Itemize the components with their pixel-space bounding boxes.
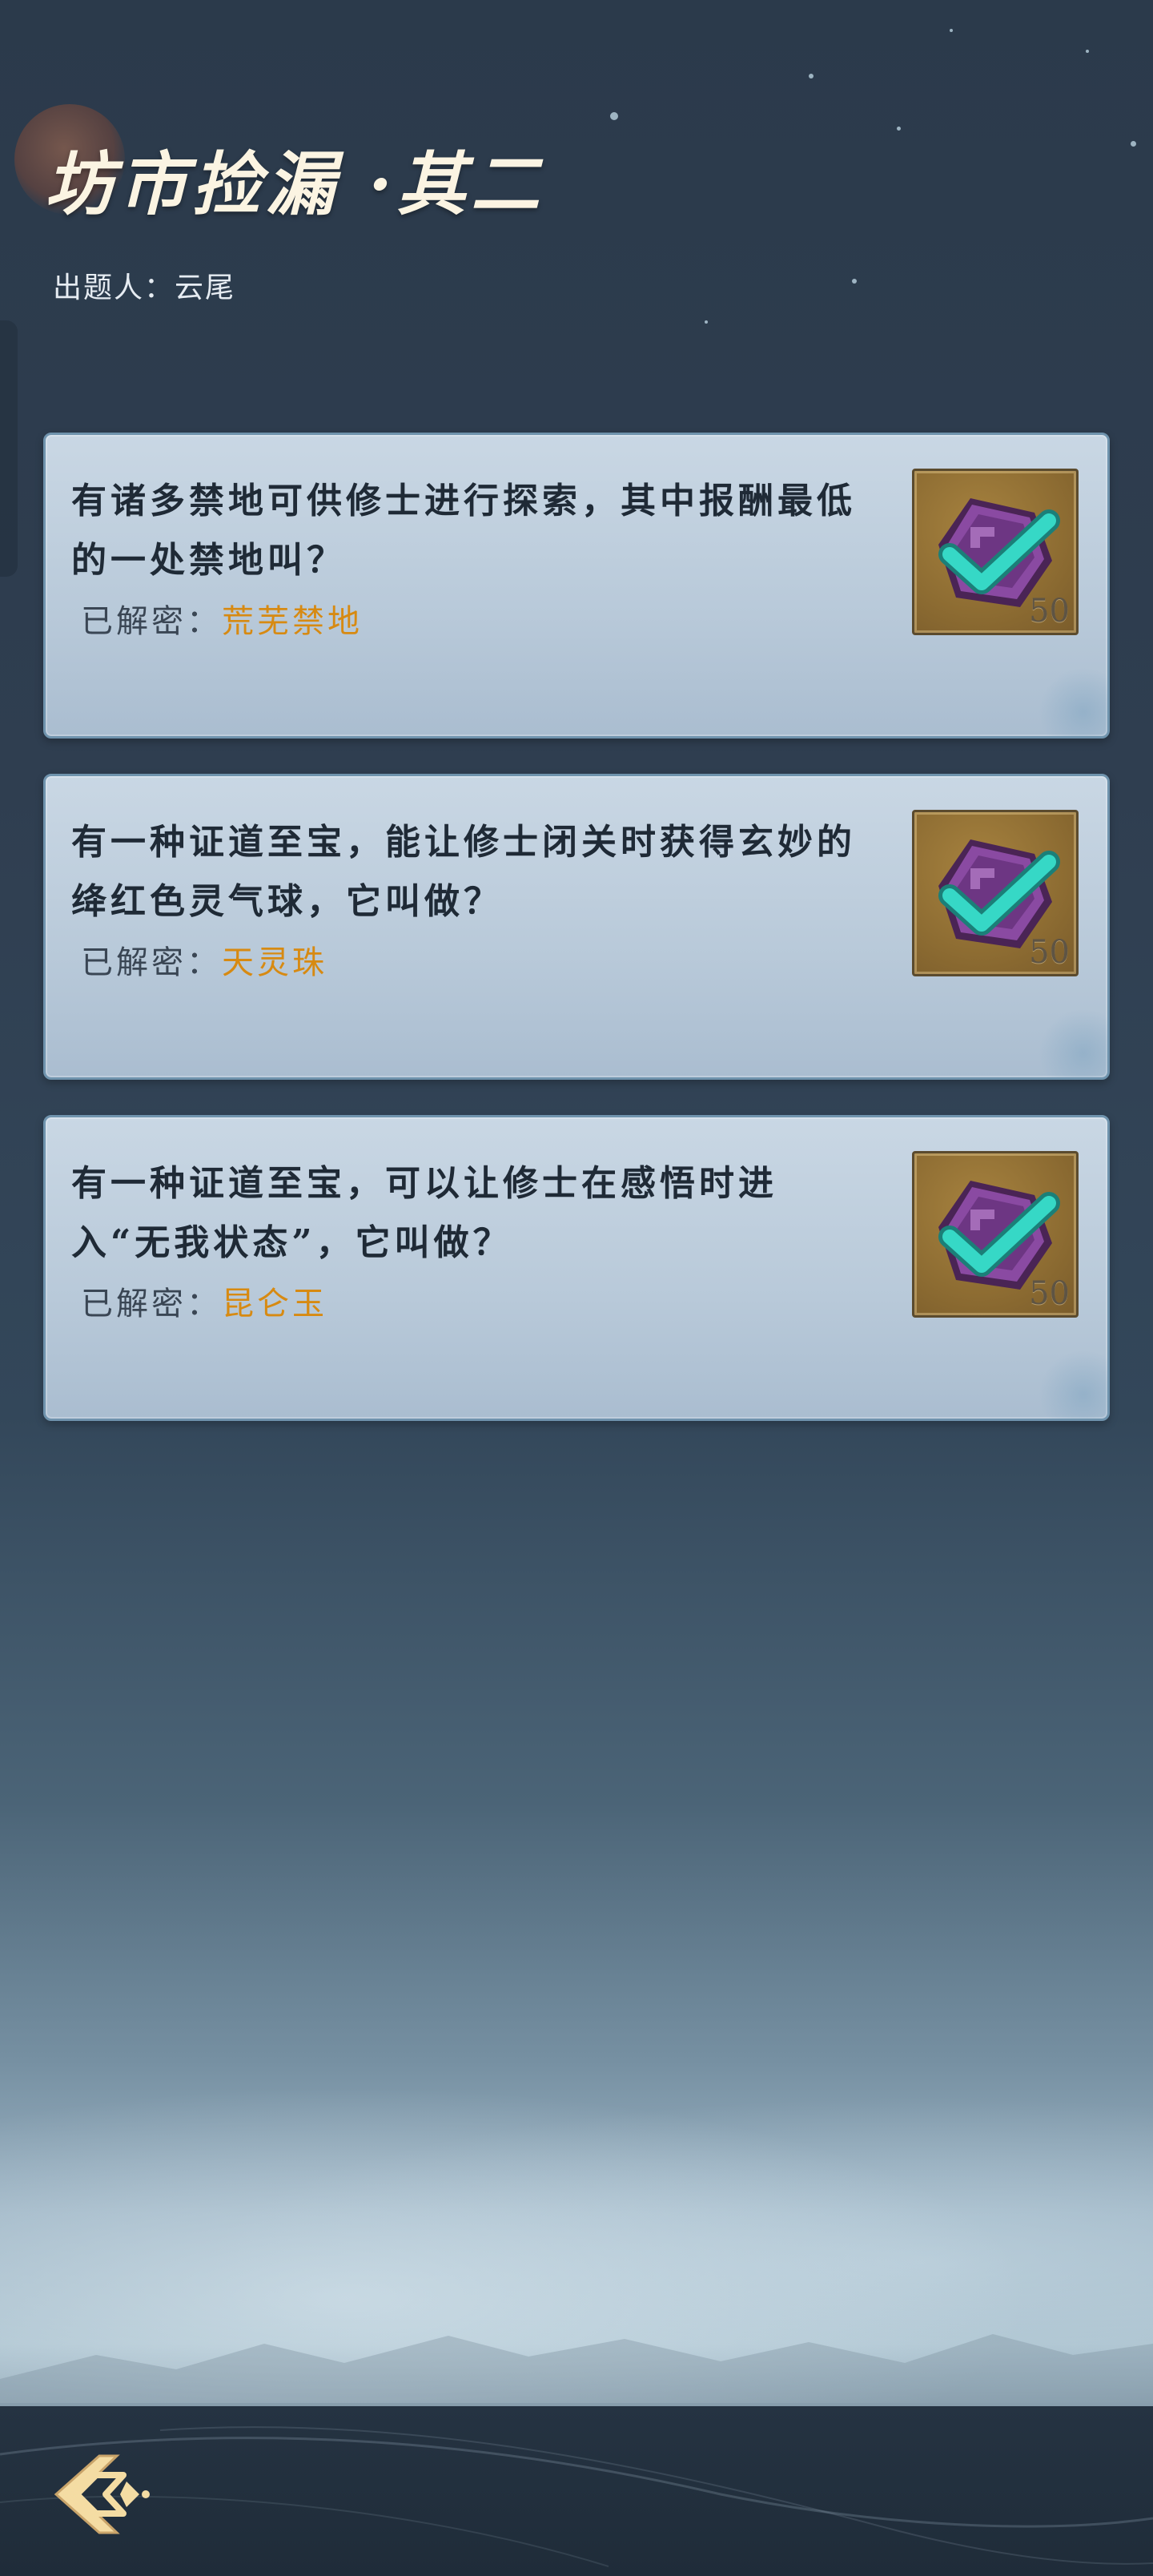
answer-label: 已解密：: [81, 1286, 222, 1322]
reward-amount: 50: [1029, 1275, 1070, 1312]
answer-row: 已解密：荒芜禁地: [81, 595, 363, 642]
riddle-question: 有诸多禁地可供修士进行探索，其中报酬最低的一处禁地叫？: [71, 481, 856, 581]
riddle-question: 有一种证道至宝，可以让修士在感悟时进入“无我状态”，它叫做？: [71, 1163, 777, 1263]
star: [950, 29, 953, 32]
back-arrow-icon: [54, 2454, 150, 2534]
answer-value: 天灵珠: [222, 944, 327, 981]
answer-row: 已解密：昆仑玉: [81, 1278, 327, 1324]
star: [809, 74, 814, 78]
side-handle[interactable]: [0, 320, 18, 577]
reward-badge: 50: [912, 810, 1079, 976]
riddle-card[interactable]: 有一种证道至宝，能让修士闭关时获得玄妙的绛红色灵气球，它叫做？ 已解密：天灵珠 …: [43, 774, 1110, 1080]
reward-amount: 50: [1029, 593, 1070, 630]
bottom-bar-ornament: [0, 2426, 1153, 2567]
reward-badge: 50: [912, 1151, 1079, 1318]
star: [852, 279, 857, 284]
star: [1131, 141, 1136, 147]
answer-value: 荒芜禁地: [222, 603, 363, 640]
riddle-card[interactable]: 有诸多禁地可供修士进行探索，其中报酬最低的一处禁地叫？ 已解密：荒芜禁地 50: [43, 433, 1110, 739]
back-button[interactable]: [50, 2449, 154, 2538]
riddle-card[interactable]: 有一种证道至宝，可以让修士在感悟时进入“无我状态”，它叫做？ 已解密：昆仑玉 5…: [43, 1115, 1110, 1421]
mountain-silhouette: [0, 2334, 1153, 2411]
answer-value: 昆仑玉: [222, 1286, 327, 1322]
star: [1086, 50, 1089, 53]
bottom-bar: [0, 2406, 1153, 2576]
answer-label: 已解密：: [81, 944, 222, 981]
star: [610, 112, 618, 120]
reward-amount: 50: [1029, 934, 1070, 971]
riddle-question: 有一种证道至宝，能让修士闭关时获得玄妙的绛红色灵气球，它叫做？: [71, 822, 856, 922]
reward-badge: 50: [912, 469, 1079, 635]
star: [705, 320, 708, 324]
author-label: 出题人：云尾: [53, 272, 236, 304]
star: [897, 127, 901, 131]
answer-label: 已解密：: [81, 603, 222, 640]
page-title: 坊市捡漏 ·其二: [45, 144, 544, 225]
answer-row: 已解密：天灵珠: [81, 936, 327, 983]
